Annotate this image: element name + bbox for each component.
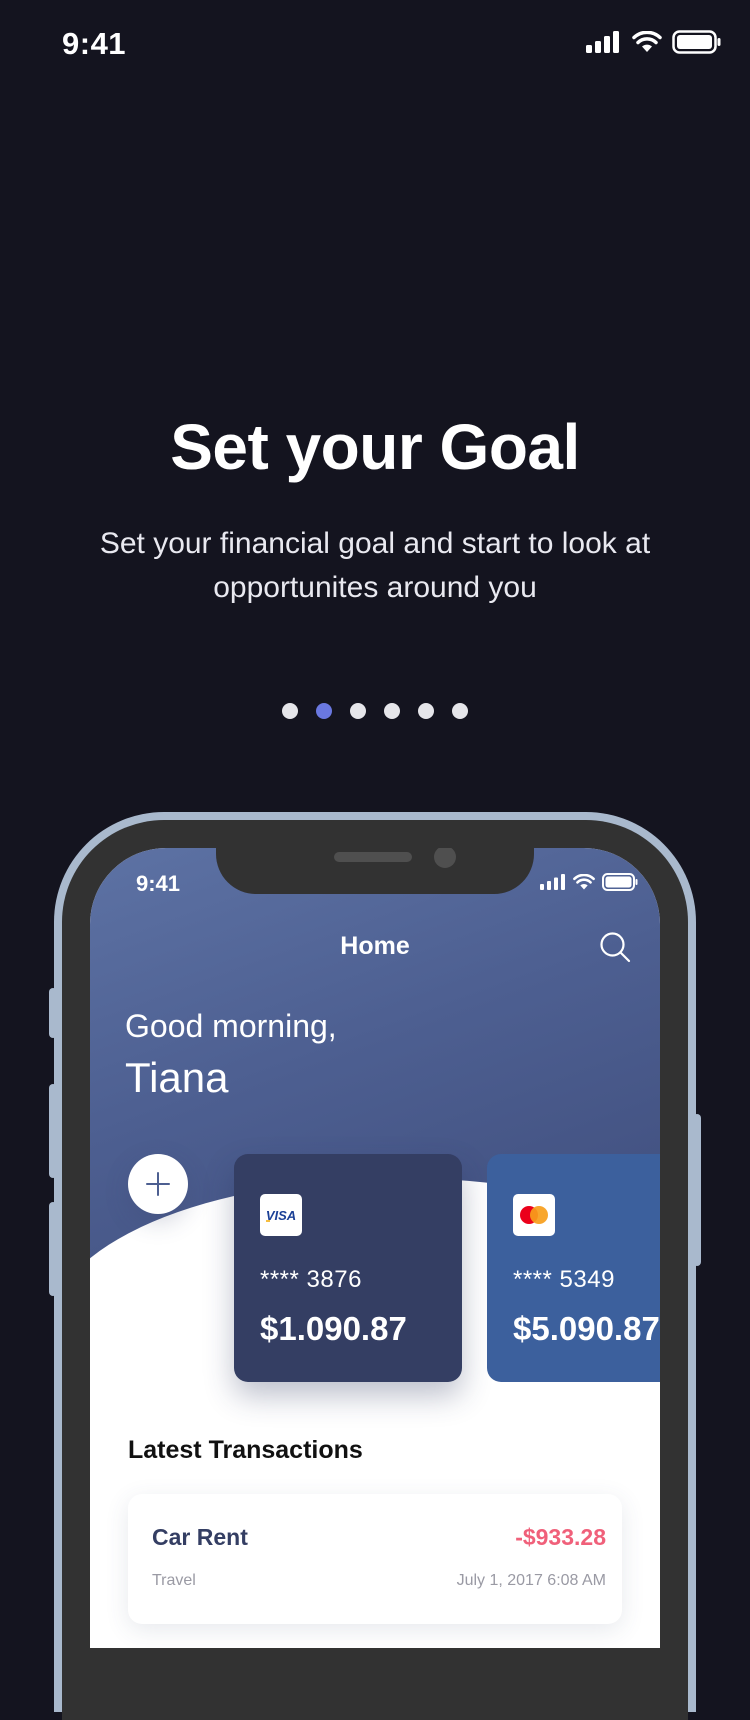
add-card-button[interactable]	[128, 1154, 188, 1214]
inner-cellular-signal-icon	[540, 874, 565, 890]
transaction-category: Travel	[152, 1572, 196, 1589]
page-dot-2-active[interactable]	[316, 703, 332, 719]
page-dot-1[interactable]	[282, 703, 298, 719]
search-button[interactable]	[598, 930, 632, 964]
search-icon	[600, 932, 631, 963]
mastercard-card[interactable]: **** 5349 $5.090.87	[487, 1154, 660, 1382]
status-icons	[586, 30, 722, 54]
card-balance: $1.090.87	[260, 1310, 407, 1347]
card-number: **** 5349	[513, 1266, 615, 1293]
page-dot-4[interactable]	[384, 703, 400, 719]
visa-logo-icon: VISA	[260, 1194, 302, 1236]
greeting-text: Good morning,	[125, 1008, 337, 1044]
page-dot-6[interactable]	[452, 703, 468, 719]
transaction-amount: -$933.28	[515, 1524, 606, 1550]
transaction-title: Car Rent	[152, 1524, 248, 1550]
wifi-icon	[632, 31, 662, 52]
onboarding-subtitle: Set your financial goal and start to loo…	[99, 527, 651, 604]
page-indicator	[0, 703, 750, 719]
svg-text:VISA: VISA	[266, 1208, 296, 1222]
cellular-signal-icon	[586, 31, 619, 53]
page-dot-3[interactable]	[350, 703, 366, 719]
inner-status-icons	[540, 873, 638, 891]
nav-title: Home	[340, 932, 410, 960]
transaction-item[interactable]: Car Rent -$933.28 Travel July 1, 2017 6:…	[128, 1494, 622, 1624]
inner-battery-icon	[602, 873, 638, 891]
phone-speaker	[334, 852, 412, 862]
inner-status-time: 9:41	[136, 871, 181, 896]
page-dot-5[interactable]	[418, 703, 434, 719]
transaction-date: July 1, 2017 6:08 AM	[456, 1572, 606, 1589]
phone-mute-switch	[49, 988, 57, 1038]
mastercard-logo-icon	[513, 1194, 555, 1236]
status-time: 9:41	[62, 26, 127, 61]
phone-volume-down-button	[49, 1202, 57, 1296]
battery-icon	[672, 30, 721, 54]
user-name: Tiana	[125, 1054, 229, 1101]
phone-notch	[216, 848, 534, 894]
inner-wifi-icon	[573, 874, 595, 890]
card-number: **** 3876	[260, 1266, 362, 1293]
status-bar: 9:41	[0, 0, 750, 90]
phone-volume-up-button	[49, 1084, 57, 1178]
latest-transactions-title: Latest Transactions	[128, 1436, 363, 1464]
plus-icon	[146, 1172, 170, 1196]
card-balance: $5.090.87	[513, 1310, 660, 1347]
phone-power-button	[693, 1114, 701, 1266]
phone-screen: 9:41 Home Good morning, Tiana VISA **** …	[90, 848, 660, 1648]
onboarding-title: Set your Goal	[170, 411, 580, 483]
visa-card[interactable]: VISA **** 3876 $1.090.87	[234, 1154, 462, 1382]
phone-camera	[434, 848, 456, 868]
